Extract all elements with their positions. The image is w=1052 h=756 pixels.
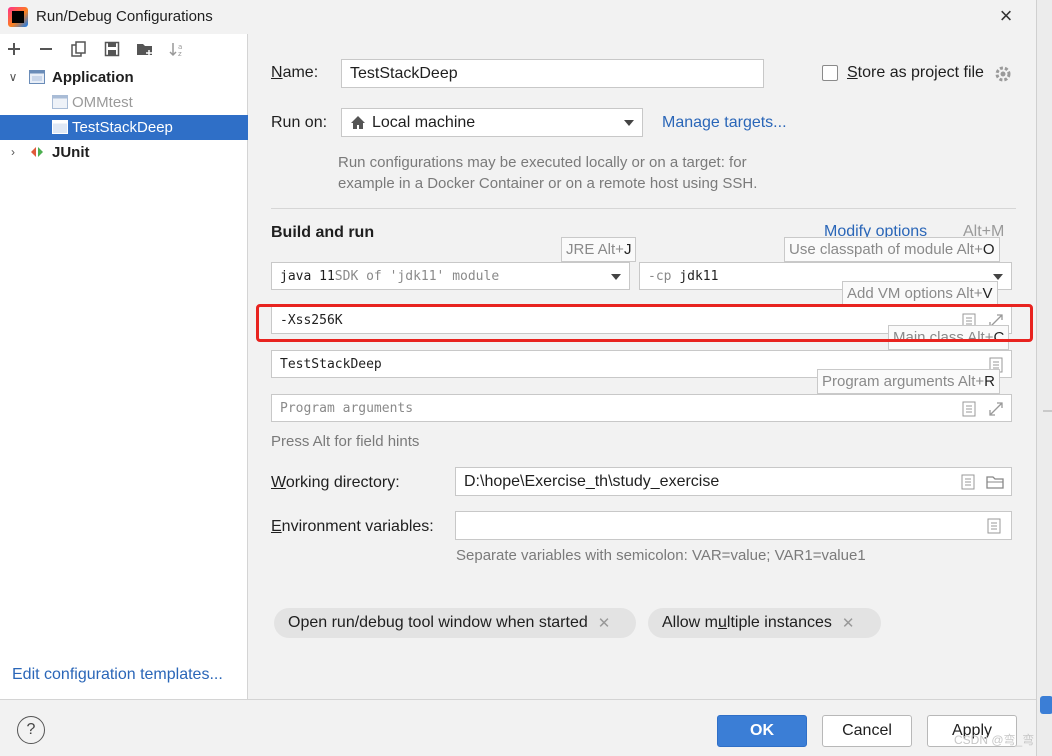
program-arguments-hint-tag: Program arguments Alt+R: [817, 369, 1001, 394]
remove-chip-icon[interactable]: ✕: [842, 614, 855, 632]
document-icon[interactable]: [960, 474, 976, 490]
remove-icon[interactable]: [35, 38, 57, 60]
new-folder-icon[interactable]: [134, 38, 156, 60]
cancel-button[interactable]: Cancel: [822, 715, 912, 747]
application-icon: [29, 70, 45, 84]
background-window-strip: [1036, 0, 1052, 756]
chevron-down-icon: [993, 274, 1003, 280]
jre-select[interactable]: java 11 SDK of 'jdk11' module: [271, 262, 630, 290]
application-config-icon: [52, 95, 68, 109]
intellij-app-icon: [8, 7, 28, 27]
folder-icon[interactable]: [986, 474, 1004, 490]
manage-targets-link[interactable]: Manage targets...: [662, 114, 787, 132]
background-blue-marker: [1040, 696, 1052, 714]
tree-label-ommtest: OMMtest: [72, 94, 133, 111]
chevron-right-icon[interactable]: ›: [6, 140, 20, 165]
chevron-down-icon: [624, 120, 634, 126]
tree-node-ommtest[interactable]: OMMtest: [0, 90, 248, 115]
vm-options-hint-tag: Add VM options Alt+V: [842, 281, 998, 306]
tree-node-junit[interactable]: › JUnit: [0, 140, 248, 165]
document-icon[interactable]: [961, 401, 977, 417]
store-as-project-file-label: Store as project file: [847, 64, 984, 81]
configuration-form: Name: TestStackDeep Store as project fil…: [249, 34, 1036, 699]
environment-variables-input[interactable]: [455, 511, 1012, 540]
window-title: Run/Debug Configurations: [36, 8, 213, 25]
chip-open-tool-window[interactable]: Open run/debug tool window when started …: [274, 608, 636, 638]
run-on-label: Run on:: [271, 114, 328, 131]
run-on-select[interactable]: Local machine: [341, 108, 643, 137]
store-as-project-file-checkbox[interactable]: [822, 65, 838, 81]
home-icon: [351, 116, 365, 129]
edit-configuration-templates-link[interactable]: Edit configuration templates...: [12, 666, 223, 684]
expand-icon[interactable]: [988, 401, 1004, 417]
name-label: Name:: [271, 64, 319, 81]
copy-icon[interactable]: [68, 38, 90, 60]
gear-icon[interactable]: [994, 65, 1012, 83]
configuration-tree: ∨ Application OMMtest TestStackDeep › JU…: [0, 65, 248, 165]
configurations-sidebar: az ∨ Application OMMtest TestStackDeep ›…: [0, 34, 248, 699]
dialog-button-bar: ? OK Cancel Apply CSDN @弯_弯: [0, 699, 1036, 756]
chip-label: Allow multiple instances: [662, 614, 832, 631]
csdn-watermark: CSDN @弯_弯: [954, 733, 1035, 747]
working-directory-label: Working directory:: [271, 474, 400, 491]
close-icon[interactable]: ×: [994, 5, 1018, 29]
jre-hint-tag: JRE Alt+J: [561, 237, 637, 262]
working-directory-input[interactable]: D:\hope\Exercise_th\study_exercise: [455, 467, 1012, 496]
remove-chip-icon[interactable]: ✕: [598, 614, 611, 632]
title-bar: Run/Debug Configurations ×: [0, 0, 1036, 34]
main-class-hint-tag: Main class Alt+C: [888, 325, 1010, 350]
ok-button[interactable]: OK: [717, 715, 807, 747]
svg-text:z: z: [178, 50, 182, 57]
run-on-note-line2: example in a Docker Container or on a re…: [338, 175, 758, 192]
press-alt-hint: Press Alt for field hints: [271, 433, 420, 450]
tree-label-junit: JUnit: [52, 144, 90, 161]
chip-label: Open run/debug tool window when started: [288, 614, 588, 631]
save-icon[interactable]: [101, 38, 123, 60]
program-arguments-input[interactable]: Program arguments: [271, 394, 1012, 422]
sidebar-toolbar: az: [0, 34, 247, 64]
environment-variables-label: Environment variables:: [271, 518, 434, 535]
strip-divider: [1043, 410, 1052, 412]
application-config-icon: [52, 120, 68, 134]
chip-allow-multiple-instances[interactable]: Allow multiple instances ✕: [648, 608, 881, 638]
run-on-note-line1: Run configurations may be executed local…: [338, 154, 747, 171]
sort-icon[interactable]: az: [166, 38, 188, 60]
tree-label-application: Application: [52, 69, 134, 86]
name-input[interactable]: TestStackDeep: [341, 59, 764, 88]
add-icon[interactable]: [3, 38, 25, 60]
environment-variables-note: Separate variables with semicolon: VAR=v…: [456, 547, 866, 564]
tree-node-teststackdeep[interactable]: TestStackDeep: [0, 115, 248, 140]
build-and-run-heading: Build and run: [271, 224, 375, 241]
tree-label-teststackdeep: TestStackDeep: [72, 119, 173, 136]
document-icon[interactable]: [986, 518, 1002, 534]
tree-node-application[interactable]: ∨ Application: [0, 65, 248, 90]
junit-icon: [31, 147, 43, 157]
chevron-down-icon: [611, 274, 621, 280]
classpath-hint-tag: Use classpath of module Alt+O: [784, 237, 1000, 262]
help-button[interactable]: ?: [17, 716, 45, 744]
chevron-down-icon[interactable]: ∨: [6, 65, 20, 90]
section-divider: [271, 208, 1016, 209]
